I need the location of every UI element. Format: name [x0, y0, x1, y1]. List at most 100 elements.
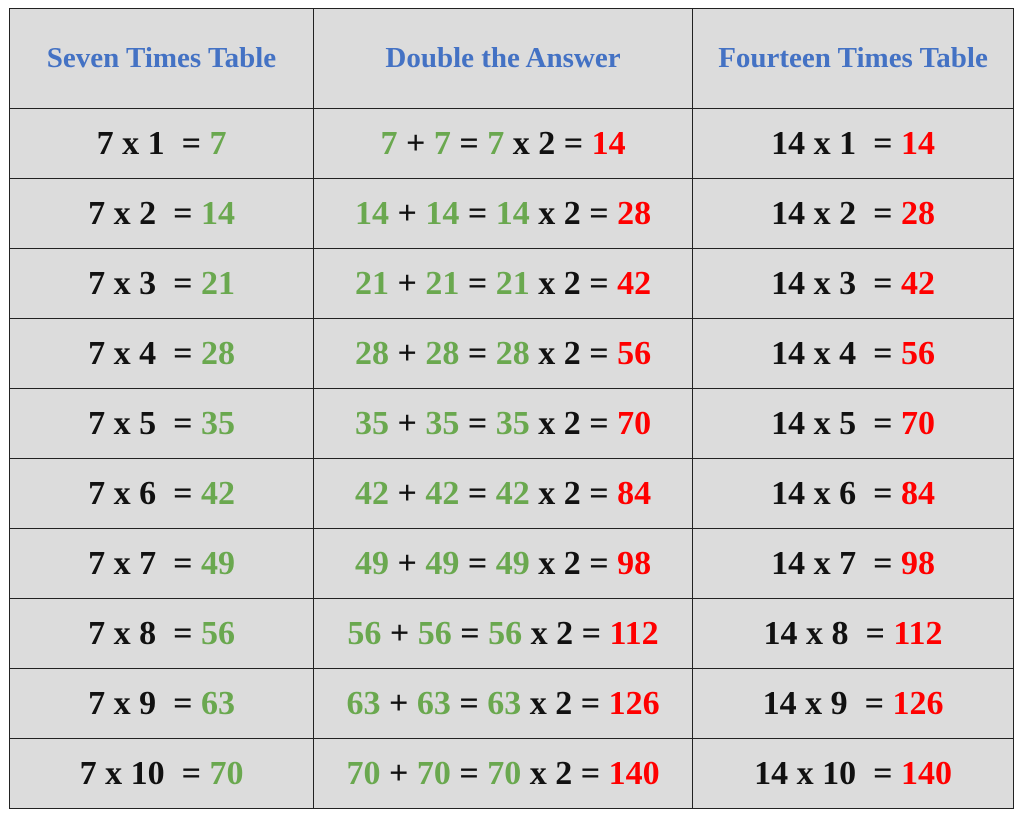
double-addend: 63: [346, 684, 381, 722]
double-cell: 21 + 21 = 21 x 2 = 42: [313, 248, 693, 319]
fourteen-cell: 14 x 10 = 140: [692, 738, 1014, 809]
double-addend: 35: [354, 404, 389, 442]
seven-equation: 7 x 10: [79, 754, 165, 792]
seven-answer: 7: [209, 124, 227, 162]
fourteen-answer: 42: [900, 264, 935, 302]
operator: =: [580, 404, 618, 442]
double-multiplier: x 2: [512, 124, 556, 162]
double-addend: 56: [417, 614, 452, 652]
double-addend: 42: [354, 474, 389, 512]
fourteen-equation: 14 x 1: [771, 124, 857, 162]
double-base: 14: [495, 194, 530, 232]
operator: [521, 685, 530, 722]
operator: +: [388, 404, 426, 442]
seven-equation: 7 x 7: [88, 544, 157, 582]
double-addend: 70: [346, 754, 381, 792]
double-addend: 63: [416, 684, 451, 722]
double-base: 35: [495, 404, 530, 442]
fourteen-cell: 14 x 2 = 28: [692, 178, 1014, 249]
operator: =: [580, 194, 618, 232]
double-base: 49: [495, 544, 530, 582]
operator: +: [380, 684, 417, 722]
double-cell: 7 + 7 = 7 x 2 = 14: [313, 108, 693, 179]
operator: +: [388, 194, 426, 232]
double-base: 56: [488, 614, 523, 652]
double-cell: 28 + 28 = 28 x 2 = 56: [313, 318, 693, 389]
fourteen-cell: 14 x 6 = 84: [692, 458, 1014, 529]
seven-equation: 7 x 5: [88, 404, 157, 442]
double-addend: 7: [380, 124, 398, 162]
double-cell: 14 + 14 = 14 x 2 = 28: [313, 178, 693, 249]
operator: =: [856, 474, 901, 512]
double-addend: 28: [425, 334, 460, 372]
double-result: 70: [617, 404, 652, 442]
fourteen-answer: 112: [893, 614, 943, 652]
double-result: 84: [617, 474, 652, 512]
fourteen-equation: 14 x 7: [771, 544, 857, 582]
header-seven: Seven Times Table: [9, 8, 314, 109]
operator: [522, 615, 531, 652]
double-addend: 21: [425, 264, 460, 302]
fourteen-answer: 70: [900, 404, 935, 442]
operator: =: [459, 334, 496, 372]
seven-answer: 56: [200, 614, 235, 652]
table-row: 7 x 6 = 42 42 + 42 = 42 x 2 = 84 14 x 6 = …: [9, 458, 1014, 529]
fourteen-answer: 140: [900, 754, 952, 792]
operator: [530, 195, 539, 232]
fourteen-equation: 14 x 6: [771, 474, 857, 512]
operator: =: [450, 754, 488, 792]
operator: [504, 125, 513, 162]
double-multiplier: x 2: [538, 404, 581, 442]
fourteen-equation: 14 x 3: [771, 264, 857, 302]
fourteen-cell: 14 x 5 = 70: [692, 388, 1014, 459]
double-cell: 42 + 42 = 42 x 2 = 84: [313, 458, 693, 529]
fourteen-equation: 14 x 8: [763, 614, 849, 652]
operator: =: [856, 334, 901, 372]
seven-cell: 7 x 9 = 63: [9, 668, 314, 739]
operator: [530, 475, 539, 512]
operator: =: [856, 754, 901, 792]
fourteen-cell: 14 x 1 = 14: [692, 108, 1014, 179]
operator: +: [381, 614, 418, 652]
operator: =: [459, 474, 496, 512]
table-row: 7 x 5 = 35 35 + 35 = 35 x 2 = 70 14 x 5 = …: [9, 388, 1014, 459]
double-addend: 7: [433, 124, 451, 162]
operator: =: [459, 194, 496, 232]
fourteen-answer: 126: [892, 684, 944, 722]
seven-cell: 7 x 3 = 21: [9, 248, 314, 319]
operator: =: [459, 404, 496, 442]
operator: +: [388, 334, 426, 372]
double-multiplier: x 2: [530, 614, 574, 652]
double-result: 98: [617, 544, 652, 582]
seven-answer: 42: [200, 474, 235, 512]
operator: [530, 265, 539, 302]
header-fourteen: Fourteen Times Table: [692, 8, 1014, 109]
operator: =: [450, 124, 488, 162]
double-result: 42: [617, 264, 652, 302]
double-result: 112: [609, 614, 659, 652]
fourteen-answer: 28: [900, 194, 935, 232]
table-row: 7 x 1 = 77 + 7 = 7 x 2 = 14 14 x 1 = 14: [9, 108, 1014, 179]
operator: =: [164, 124, 210, 162]
operator: +: [388, 474, 426, 512]
operator: +: [388, 544, 426, 582]
double-addend: 56: [347, 614, 382, 652]
table-row: 7 x 8 = 56 56 + 56 = 56 x 2 = 112 14 x 8 =…: [9, 598, 1014, 669]
seven-cell: 7 x 2 = 14: [9, 178, 314, 249]
seven-answer: 14: [200, 194, 235, 232]
table-row: 7 x 3 = 21 21 + 21 = 21 x 2 = 42 14 x 3 = …: [9, 248, 1014, 319]
operator: =: [156, 334, 201, 372]
double-cell: 56 + 56 = 56 x 2 = 112: [313, 598, 693, 669]
operator: =: [156, 684, 201, 722]
operator: =: [856, 194, 901, 232]
seven-equation: 7 x 4: [88, 334, 157, 372]
seven-answer: 28: [200, 334, 235, 372]
operator: =: [580, 264, 618, 302]
operator: =: [450, 684, 488, 722]
double-base: 63: [487, 684, 522, 722]
operator: =: [156, 194, 201, 232]
fourteen-cell: 14 x 3 = 42: [692, 248, 1014, 319]
double-result: 28: [617, 194, 652, 232]
double-result: 126: [608, 684, 660, 722]
header-double: Double the Answer: [313, 8, 693, 109]
